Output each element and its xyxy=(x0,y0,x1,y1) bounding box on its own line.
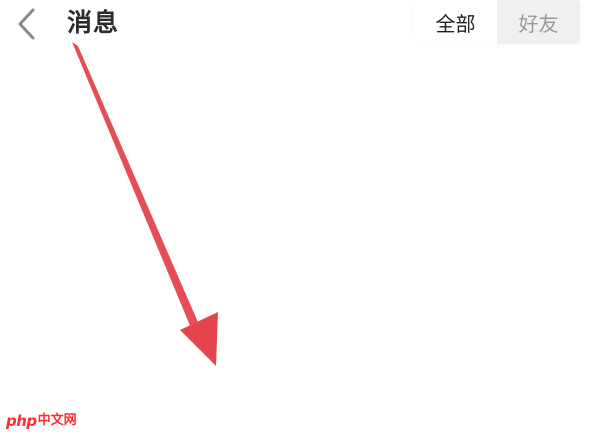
arrow-head xyxy=(180,312,218,366)
top-navigation-bar: 消息 全部 好友 xyxy=(0,0,600,48)
message-filter-toggle: 全部 好友 xyxy=(414,0,580,44)
back-button[interactable] xyxy=(8,4,44,44)
arrow-shaft xyxy=(72,42,204,340)
annotation-arrow xyxy=(72,42,218,366)
filter-all-tab[interactable]: 全部 xyxy=(414,0,497,44)
chevron-left-icon xyxy=(18,8,35,40)
watermark-site-text: 中文网 xyxy=(37,413,77,428)
page-title: 消息 xyxy=(67,8,120,37)
watermark-logo: php 中文网 xyxy=(6,411,77,431)
watermark-php-text: php xyxy=(6,412,37,430)
filter-friends-tab[interactable]: 好友 xyxy=(497,0,580,44)
